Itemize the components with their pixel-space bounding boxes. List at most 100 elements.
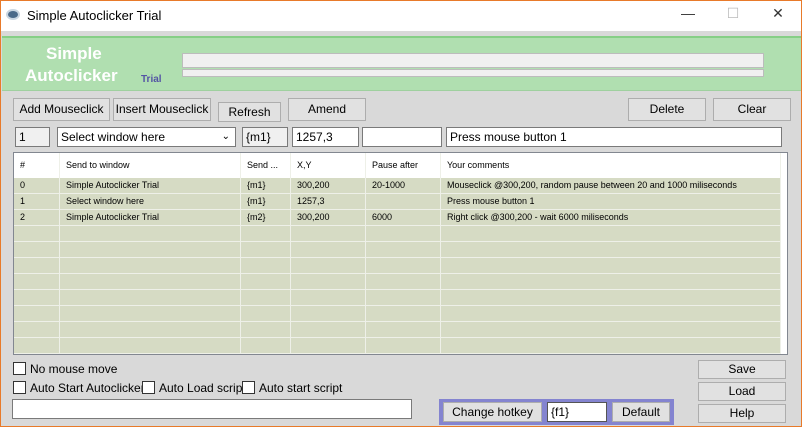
- delete-button[interactable]: Delete: [628, 98, 706, 121]
- hotkey-field[interactable]: {f1}: [547, 402, 607, 422]
- table-cell: {m2}: [241, 210, 291, 225]
- table-cell: Press mouse button 1: [441, 194, 781, 209]
- empty-row[interactable]: [14, 226, 781, 242]
- index-field[interactable]: 1: [15, 127, 50, 147]
- table-cell: [291, 290, 366, 305]
- banner: Simple Autoclicker Trial: [2, 36, 801, 91]
- default-button[interactable]: Default: [612, 402, 670, 422]
- table-cell: [291, 338, 366, 353]
- table-cell: [241, 290, 291, 305]
- column-header[interactable]: #: [14, 153, 60, 178]
- table-cell: [366, 226, 441, 241]
- insert-mouseclick-button[interactable]: Insert Mouseclick: [113, 98, 211, 121]
- table-header: # Send to window Send ... X,Y Pause after You…: [14, 153, 781, 178]
- table-cell: [14, 322, 60, 337]
- table-cell: [60, 322, 241, 337]
- logo-line1: Simple: [46, 44, 102, 63]
- refresh-button[interactable]: Refresh: [218, 102, 281, 122]
- progress-bar-1: [182, 53, 764, 68]
- empty-row[interactable]: [14, 322, 781, 338]
- minimize-button[interactable]: —: [673, 5, 703, 21]
- chevron-down-icon: ⌄: [221, 131, 230, 142]
- pause-field[interactable]: [362, 127, 442, 147]
- table-cell: [366, 306, 441, 321]
- table-cell: [291, 258, 366, 273]
- no-mouse-move-checkbox[interactable]: No mouse move: [13, 362, 117, 376]
- table-cell: 20-1000: [366, 178, 441, 193]
- table-cell: [14, 290, 60, 305]
- table-cell: [366, 338, 441, 353]
- table-cell: [366, 194, 441, 209]
- table-cell: 2: [14, 210, 60, 225]
- amend-button[interactable]: Amend: [288, 98, 366, 121]
- auto-start-checkbox[interactable]: Auto Start Autoclicker: [13, 381, 145, 395]
- empty-row[interactable]: [14, 338, 781, 354]
- xy-field[interactable]: 1257,3: [292, 127, 359, 147]
- table-cell: Simple Autoclicker Trial: [60, 178, 241, 193]
- table-cell: Select window here: [60, 194, 241, 209]
- add-mouseclick-button[interactable]: Add Mouseclick: [13, 98, 110, 121]
- empty-row[interactable]: [14, 306, 781, 322]
- table-cell: [60, 290, 241, 305]
- table-cell: [60, 306, 241, 321]
- table-row[interactable]: 2 Simple Autoclicker Trial {m2} 300,200 6000…: [14, 210, 781, 226]
- table-cell: [441, 274, 781, 289]
- table-cell: 1257,3: [291, 194, 366, 209]
- table-cell: [241, 274, 291, 289]
- table-row[interactable]: 1 Select window here {m1} 1257,3 Press mouse…: [14, 194, 781, 210]
- column-header[interactable]: Your comments: [441, 153, 781, 178]
- table-cell: [366, 322, 441, 337]
- send-field[interactable]: {m1}: [242, 127, 288, 147]
- load-button[interactable]: Load: [698, 382, 786, 401]
- column-header[interactable]: Pause after: [366, 153, 441, 178]
- table-cell: {m1}: [241, 194, 291, 209]
- table-cell: [14, 242, 60, 257]
- table-cell: [241, 306, 291, 321]
- column-header[interactable]: Send ...: [241, 153, 291, 178]
- auto-start-label: Auto Start Autoclicker: [30, 381, 145, 395]
- table-cell: [291, 322, 366, 337]
- table-cell: 0: [14, 178, 60, 193]
- table-cell: [14, 258, 60, 273]
- hotkey-panel: Change hotkey {f1} Default: [439, 399, 674, 425]
- table-cell: 300,200: [291, 210, 366, 225]
- table-cell: [441, 338, 781, 353]
- auto-load-checkbox[interactable]: Auto Load script: [142, 381, 246, 395]
- table-cell: [291, 242, 366, 257]
- column-header[interactable]: Send to window: [60, 153, 241, 178]
- table-cell: [14, 274, 60, 289]
- empty-row[interactable]: [14, 242, 781, 258]
- table-cell: [366, 290, 441, 305]
- table-cell: [14, 226, 60, 241]
- help-button[interactable]: Help: [698, 404, 786, 423]
- app-window: Simple Autoclicker Trial — ☐ ✕ Simple Au…: [0, 0, 802, 427]
- table-row[interactable]: 0 Simple Autoclicker Trial {m1} 300,200 20-1…: [14, 178, 781, 194]
- close-button[interactable]: ✕: [763, 5, 793, 22]
- table-cell: [60, 226, 241, 241]
- empty-row[interactable]: [14, 258, 781, 274]
- table-cell: {m1}: [241, 178, 291, 193]
- window-select[interactable]: Select window here ⌄: [57, 127, 236, 147]
- logo-trial: Trial: [141, 74, 162, 85]
- table-cell: [14, 306, 60, 321]
- table-cell: [366, 242, 441, 257]
- empty-row[interactable]: [14, 290, 781, 306]
- auto-start-script-checkbox[interactable]: Auto start script: [242, 381, 342, 395]
- status-field[interactable]: [12, 399, 412, 419]
- table-cell: Right click @300,200 - wait 6000 milisec…: [441, 210, 781, 225]
- empty-row[interactable]: [14, 274, 781, 290]
- clear-button[interactable]: Clear: [713, 98, 791, 121]
- table-cell: 300,200: [291, 178, 366, 193]
- save-button[interactable]: Save: [698, 360, 786, 379]
- column-header[interactable]: X,Y: [291, 153, 366, 178]
- maximize-button[interactable]: ☐: [718, 5, 748, 22]
- table-cell: [60, 258, 241, 273]
- table-cell: [241, 242, 291, 257]
- change-hotkey-button[interactable]: Change hotkey: [443, 402, 542, 422]
- title-bar: Simple Autoclicker Trial — ☐ ✕: [1, 1, 801, 31]
- window-select-value: Select window here: [61, 130, 166, 144]
- table-cell: [241, 258, 291, 273]
- comment-field[interactable]: Press mouse button 1: [446, 127, 782, 147]
- table-cell: [291, 306, 366, 321]
- clicks-table[interactable]: # Send to window Send ... X,Y Pause after You…: [13, 152, 788, 355]
